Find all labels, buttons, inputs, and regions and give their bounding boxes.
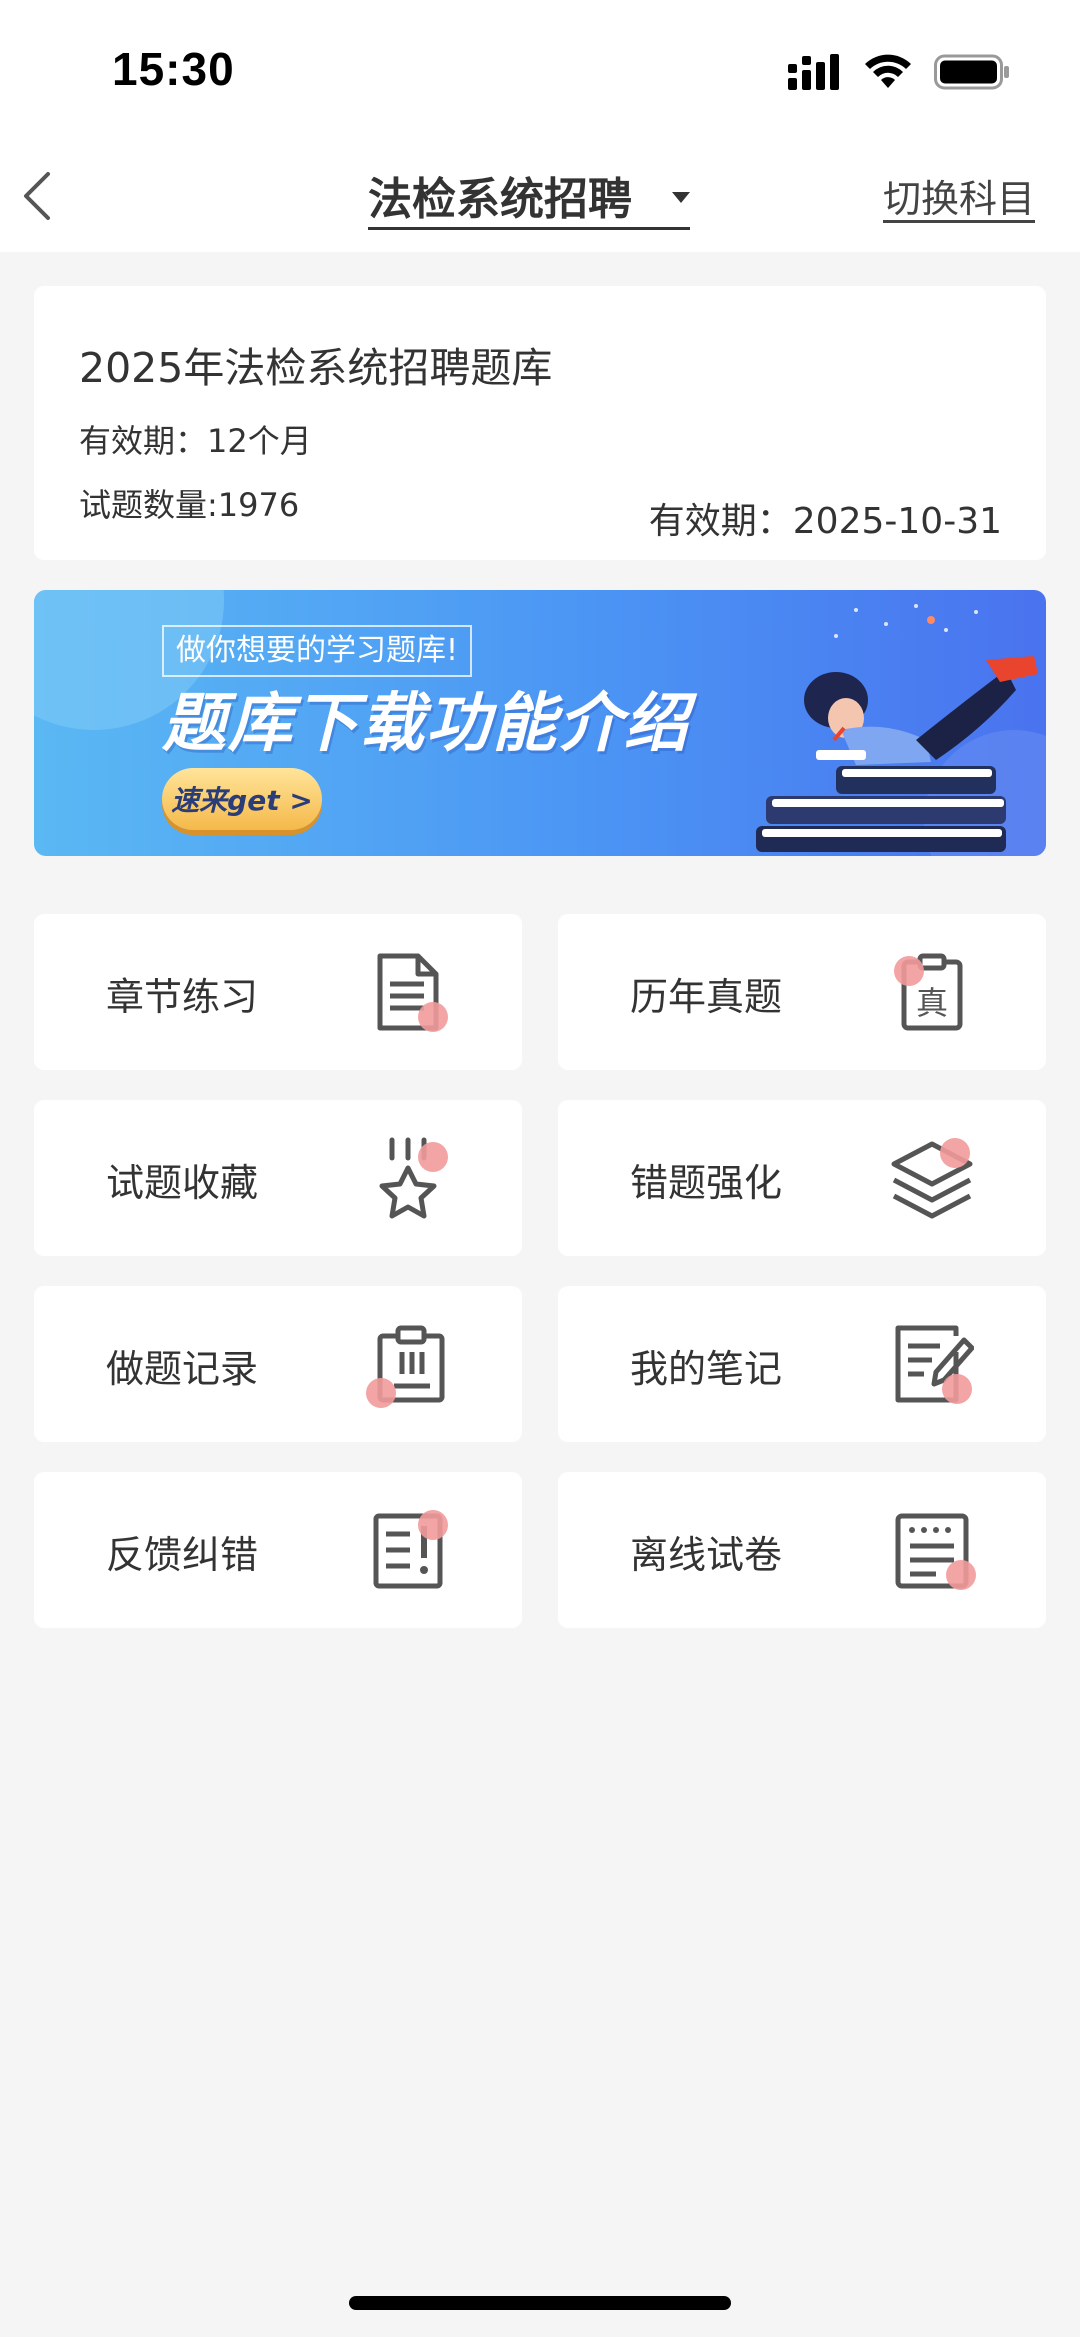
document-icon [366, 950, 450, 1034]
tile-label: 离线试卷 [630, 1533, 783, 1577]
banner-get-button[interactable]: 速来get > [162, 768, 322, 830]
note-edit-icon [890, 1322, 975, 1406]
banner-subtitle: 做你想要的学习题库! [162, 625, 473, 677]
battery-icon [934, 54, 1009, 90]
clipboard-icon [366, 1322, 450, 1408]
tile-label: 做题记录 [106, 1347, 259, 1391]
subject-selector[interactable]: 法检系统招聘 [368, 162, 690, 230]
tile-label: 章节练习 [106, 975, 259, 1019]
feedback-icon [366, 1508, 450, 1592]
nav-title: 法检系统招聘 [368, 173, 632, 225]
reading-girl-illustration [756, 604, 1038, 852]
caret-down-icon [672, 192, 690, 203]
home-indicator[interactable] [349, 2296, 731, 2310]
cellular-signal-icon [788, 54, 839, 90]
question-bank-info-card: 2025年法检系统招聘题库 有效期：12个月 试题数量:1976 有效期：202… [34, 286, 1046, 560]
tile-practice-records[interactable]: 做题记录 [34, 1286, 522, 1442]
banner-title: 题库下载功能介绍 [162, 687, 690, 761]
exam-paper-icon: 真 [890, 950, 974, 1034]
tile-label: 试题收藏 [106, 1161, 259, 1205]
status-icons [788, 50, 1010, 94]
tile-chapter-practice[interactable]: 章节练习 [34, 914, 522, 1070]
tile-label: 我的笔记 [630, 1347, 783, 1391]
tile-past-exams[interactable]: 历年真题 真 [558, 914, 1046, 1070]
wifi-icon [865, 54, 911, 88]
tile-favorites[interactable]: 试题收藏 [34, 1100, 522, 1256]
star-icon [366, 1136, 450, 1220]
bank-title: 2025年法检系统招聘题库 [79, 344, 553, 392]
tile-label: 反馈纠错 [106, 1533, 259, 1577]
status-time: 15:30 [112, 43, 235, 95]
back-arrow-icon[interactable] [14, 168, 70, 224]
svg-text:真: 真 [916, 984, 948, 1022]
tile-mistake-review[interactable]: 错题强化 [558, 1100, 1046, 1256]
expire-date: 有效期：2025-10-31 [648, 501, 1002, 542]
nav-bar: 法检系统招聘 切换科目 [0, 140, 1080, 252]
layers-icon [890, 1136, 974, 1220]
validity-period: 有效期：12个月 [79, 422, 312, 460]
download-feature-banner[interactable]: 做你想要的学习题库! 题库下载功能介绍 速来get > [34, 590, 1046, 856]
question-count: 试题数量:1976 [79, 486, 300, 524]
tile-label: 历年真题 [630, 975, 783, 1019]
tile-my-notes[interactable]: 我的笔记 [558, 1286, 1046, 1442]
tile-feedback[interactable]: 反馈纠错 [34, 1472, 522, 1628]
tile-offline-papers[interactable]: 离线试卷 [558, 1472, 1046, 1628]
status-bar: 15:30 [0, 0, 1080, 140]
tile-label: 错题强化 [630, 1161, 783, 1205]
offline-paper-icon [890, 1508, 976, 1592]
switch-subject-link[interactable]: 切换科目 [883, 168, 1035, 223]
